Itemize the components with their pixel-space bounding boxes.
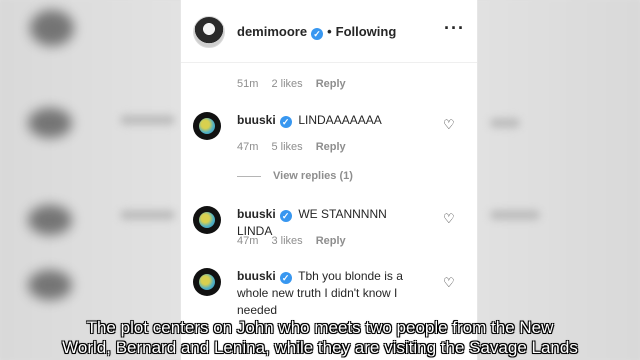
comment-username[interactable]: buuski <box>237 113 276 127</box>
verified-badge-icon: ✓ <box>279 272 292 284</box>
blurred-text <box>490 118 520 128</box>
comment-time: 47m <box>237 235 259 247</box>
post-header: demimoore ✓ • Following ··· <box>181 0 477 63</box>
view-replies-button[interactable]: View replies (1) <box>237 170 353 182</box>
avatar[interactable] <box>193 16 225 48</box>
blurred-avatar <box>30 10 74 46</box>
avatar[interactable] <box>193 206 221 234</box>
blurred-text <box>490 210 540 220</box>
header-user-line: demimoore ✓ • Following <box>237 24 396 40</box>
verified-badge-icon: ✓ <box>279 210 292 222</box>
post-comments-panel: demimoore ✓ • Following ··· 51m 2 likes Rep… <box>180 0 478 360</box>
more-options-icon[interactable]: ··· <box>444 19 465 37</box>
comment-text: buuski ✓ Tbh you blonde is a whole new tr… <box>237 268 422 319</box>
blurred-text <box>120 115 175 125</box>
heart-icon[interactable]: ♡ <box>443 118 455 131</box>
view-replies-label: View replies (1) <box>273 170 353 182</box>
comment-username[interactable]: buuski <box>237 269 276 283</box>
comment-text: buuski ✓ LINDAAAAAAA <box>237 112 422 129</box>
video-subtitle-line-1: The plot centers on John who meets two p… <box>86 318 554 337</box>
blurred-avatar <box>28 108 72 138</box>
comment-meta: 47m 3 likes Reply <box>237 235 356 247</box>
verified-badge-icon: ✓ <box>279 116 292 128</box>
comment-time: 47m <box>237 141 259 153</box>
comment-likes[interactable]: 5 likes <box>271 141 302 153</box>
blurred-text <box>120 210 175 220</box>
comment-username[interactable]: buuski <box>237 207 276 221</box>
blurred-avatar <box>28 205 72 235</box>
comment-likes[interactable]: 2 likes <box>271 78 302 90</box>
video-subtitle-line-2: World, Bernard and Lenina, while they ar… <box>62 338 578 357</box>
comment-time: 51m <box>237 78 259 90</box>
avatar[interactable] <box>193 268 221 296</box>
username[interactable]: demimoore <box>237 24 307 39</box>
following-button[interactable]: Following <box>336 24 397 39</box>
comment-meta: 51m 2 likes Reply <box>237 78 356 90</box>
reply-button[interactable]: Reply <box>316 235 346 247</box>
reply-button[interactable]: Reply <box>316 78 346 90</box>
blurred-avatar <box>28 270 72 300</box>
verified-badge-icon: ✓ <box>311 28 324 40</box>
heart-icon[interactable]: ♡ <box>443 276 455 289</box>
comment-likes[interactable]: 3 likes <box>271 235 302 247</box>
separator: • <box>327 24 332 39</box>
reply-button[interactable]: Reply <box>316 141 346 153</box>
divider <box>237 175 261 177</box>
avatar[interactable] <box>193 112 221 140</box>
heart-icon[interactable]: ♡ <box>443 212 455 225</box>
comment-meta: 47m 5 likes Reply <box>237 141 356 153</box>
comment-body: LINDAAAAAAA <box>298 113 382 127</box>
